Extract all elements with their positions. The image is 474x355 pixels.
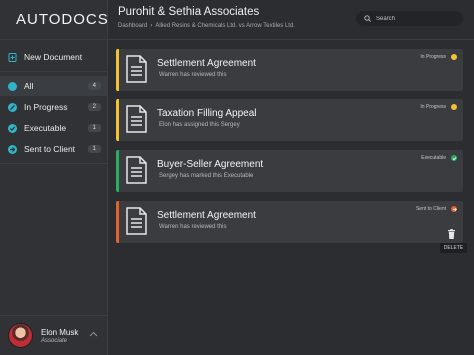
- user-info: Elon Musk Associate: [41, 328, 78, 344]
- status-label: Sent to Client: [415, 206, 446, 212]
- avatar: [8, 323, 33, 348]
- yellow-dot-icon: [451, 54, 457, 60]
- sidebar-item-in-progress[interactable]: In Progress 2: [0, 97, 107, 117]
- document-card[interactable]: Taxation Filling Appeal Elon has assigne…: [116, 99, 463, 141]
- sidebar-item-executable[interactable]: Executable 1: [0, 118, 107, 138]
- app-name: AUTODOCS: [16, 11, 109, 28]
- breadcrumb-item-case[interactable]: Allied Resins & Chemicals Ltd. vs Arrow …: [155, 23, 295, 29]
- search-box[interactable]: [356, 11, 463, 26]
- status-bar: [116, 201, 119, 243]
- status-badge: In Progress: [420, 104, 457, 110]
- sidebar-item-label: Executable: [24, 123, 67, 133]
- sidebar-item-label: New Document: [24, 52, 83, 62]
- trash-icon[interactable]: [447, 229, 456, 239]
- card-title: Taxation Filling Appeal: [157, 108, 257, 119]
- breadcrumb-item-dashboard[interactable]: Dashboard: [118, 23, 147, 29]
- orange-arrow-icon: [451, 206, 457, 212]
- document-card[interactable]: Settlement Agreement Warren has reviewed…: [116, 49, 463, 91]
- status-badge: In Progress: [420, 54, 457, 60]
- user-profile[interactable]: Elon Musk Associate: [0, 315, 107, 355]
- brand: AUTODOCS: [0, 0, 109, 40]
- document-card[interactable]: Settlement Agreement Warren has reviewed…: [116, 201, 463, 243]
- status-bar: [116, 99, 119, 141]
- divider: [0, 71, 107, 72]
- count-badge: 4: [87, 82, 101, 90]
- yellow-dot-icon: [451, 104, 457, 110]
- user-name: Elon Musk: [41, 327, 79, 337]
- sidebar-item-sent-to-client[interactable]: Sent to Client 1: [0, 139, 107, 159]
- status-badge: Executable: [421, 155, 457, 161]
- delete-tooltip: DELETE: [440, 243, 467, 253]
- search-icon: [364, 15, 371, 22]
- document-icon: [126, 156, 147, 184]
- count-badge: 1: [87, 124, 101, 132]
- search-input[interactable]: [376, 15, 451, 22]
- status-bar: [116, 49, 119, 91]
- count-badge: 1: [87, 145, 101, 153]
- status-label: In Progress: [420, 54, 446, 60]
- circle-icon: [8, 81, 17, 91]
- card-subtitle: Warren has reviewed this: [159, 72, 227, 78]
- page-title: Purohit & Sethia Associates: [118, 6, 260, 18]
- user-role: Associate: [41, 337, 68, 344]
- status-badge: Sent to Client: [416, 206, 457, 212]
- card-title: Settlement Agreement: [157, 210, 256, 221]
- status-label: Executable: [421, 155, 446, 161]
- nav: New Document All 4 In Progress 2 Executa…: [0, 40, 107, 164]
- document-icon: [126, 105, 147, 133]
- new-document-icon: [8, 52, 17, 62]
- breadcrumb-separator-icon: ›: [150, 23, 153, 29]
- status-label: In Progress: [420, 104, 446, 110]
- arrow-icon: [8, 144, 17, 154]
- sidebar-item-label: In Progress: [24, 102, 68, 112]
- sidebar: AUTODOCS New Document All 4 In Progress: [0, 0, 108, 355]
- chevron-up-icon[interactable]: [89, 331, 98, 337]
- green-check-icon: [451, 155, 457, 161]
- document-icon: [126, 207, 147, 235]
- status-bar: [116, 150, 119, 192]
- sidebar-item-label: Sent to Client: [24, 144, 76, 154]
- sidebar-item-label: All: [24, 81, 34, 91]
- header: Purohit & Sethia Associates Dashboard › Al…: [108, 0, 474, 40]
- card-title: Settlement Agreement: [157, 58, 256, 69]
- breadcrumb: Dashboard › Allied Resins & Chemicals Ltd.…: [118, 23, 295, 29]
- sidebar-item-new-document[interactable]: New Document: [0, 47, 107, 67]
- document-icon: [126, 55, 147, 83]
- divider: [0, 163, 107, 164]
- count-badge: 2: [87, 103, 101, 111]
- card-subtitle: Sergey has marked this Executable: [159, 173, 254, 179]
- card-subtitle: Warren has reviewed this: [159, 224, 227, 230]
- check-icon: [8, 123, 17, 133]
- document-card[interactable]: Buyer-Seller Agreement Sergey has marked…: [116, 150, 463, 192]
- sidebar-item-all[interactable]: All 4: [0, 76, 107, 96]
- card-subtitle: Elon has assigned this Sergey: [159, 122, 240, 128]
- card-title: Buyer-Seller Agreement: [157, 159, 264, 170]
- pencil-icon: [8, 102, 17, 112]
